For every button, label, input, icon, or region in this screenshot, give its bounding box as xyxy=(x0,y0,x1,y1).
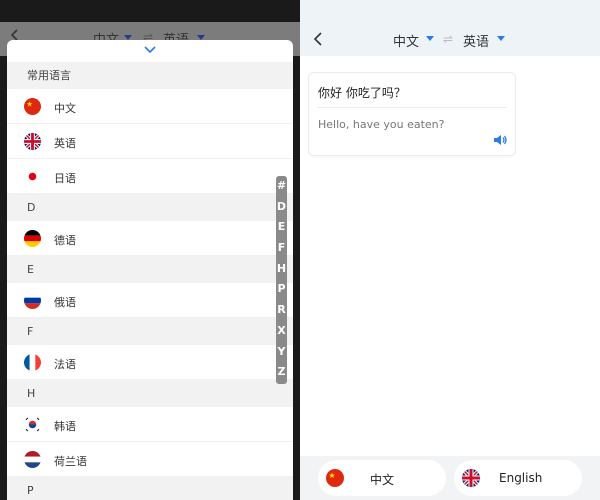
section-header: P xyxy=(7,477,293,500)
language-item[interactable]: 法语 xyxy=(7,345,293,380)
index-letter[interactable]: # xyxy=(276,176,287,197)
language-picker-screen: 中文 ⇌ 英语 常用语言中文英语日语D德语E俄语F法语H韩语荷兰语P #DEFH… xyxy=(0,0,300,500)
language-list: 常用语言中文英语日语 D 德语 E 俄语 F 法语 H 韩语荷兰语 P xyxy=(7,62,293,500)
germany-flag-icon xyxy=(24,230,41,247)
source-caret-icon xyxy=(426,36,434,41)
language-bar: 中文 English xyxy=(300,456,600,500)
index-letter[interactable]: H xyxy=(276,259,287,280)
alphabet-index-bar[interactable]: # D E F H P R X Y Z xyxy=(276,176,287,384)
chevron-down-icon[interactable] xyxy=(144,46,156,54)
section-header: 常用语言 xyxy=(7,62,293,89)
korea-flag-icon xyxy=(24,416,41,433)
language-label: 法语 xyxy=(54,358,76,371)
speaker-icon[interactable] xyxy=(493,133,507,147)
translation-card[interactable]: 你好 你吃了吗？ Hello, have you eaten? xyxy=(308,72,516,156)
translated-text: Hello, have you eaten? xyxy=(318,118,445,131)
sheet-handle[interactable] xyxy=(7,40,293,62)
section-header: E xyxy=(7,256,293,283)
language-item[interactable]: 中文 xyxy=(7,89,293,124)
source-language-button[interactable]: 中文 xyxy=(318,460,446,496)
source-language-label[interactable]: 中文 xyxy=(393,31,419,50)
source-language-label: 中文 xyxy=(370,473,395,487)
index-letter[interactable]: P xyxy=(276,279,287,300)
language-item[interactable]: 韩语 xyxy=(7,407,293,442)
translation-screen: 中文 ⇌ 英语 你好 你吃了吗？ Hello, have you eaten? … xyxy=(300,0,600,500)
language-item[interactable]: 荷兰语 xyxy=(7,442,293,477)
status-bar xyxy=(300,0,600,22)
section-header: D xyxy=(7,194,293,221)
back-arrow-icon[interactable] xyxy=(312,32,326,46)
russia-flag-icon xyxy=(24,292,41,309)
language-label: 中文 xyxy=(54,102,76,115)
status-bar xyxy=(0,0,300,22)
index-letter[interactable]: E xyxy=(276,217,287,238)
header: 中文 ⇌ 英语 xyxy=(300,22,600,56)
language-label: 日语 xyxy=(54,172,76,185)
index-letter[interactable]: D xyxy=(276,197,287,218)
target-language-label: English xyxy=(499,471,543,485)
translation-body: 你好 你吃了吗？ Hello, have you eaten? xyxy=(300,56,600,456)
netherlands-flag-icon xyxy=(24,451,41,468)
card-divider xyxy=(317,107,507,108)
language-label: 德语 xyxy=(54,234,76,247)
index-letter[interactable]: F xyxy=(276,238,287,259)
france-flag-icon xyxy=(24,354,41,371)
target-language-button[interactable]: English xyxy=(454,460,582,496)
section-header: H xyxy=(7,380,293,407)
section-header: F xyxy=(7,318,293,345)
japan-flag-icon xyxy=(24,168,41,185)
china-flag-icon xyxy=(326,469,344,487)
language-label: 俄语 xyxy=(54,296,76,309)
uk-flag-icon xyxy=(462,469,480,487)
index-letter[interactable]: Z xyxy=(276,362,287,383)
index-letter[interactable]: Y xyxy=(276,342,287,363)
target-caret-icon xyxy=(497,36,505,41)
china-flag-icon xyxy=(24,98,41,115)
language-item[interactable]: 日语 xyxy=(7,159,293,194)
language-label: 英语 xyxy=(54,137,76,150)
language-list-sheet: 常用语言中文英语日语 D 德语 E 俄语 F 法语 H 韩语荷兰语 P xyxy=(7,40,293,500)
index-letter[interactable]: R xyxy=(276,300,287,321)
target-language-label[interactable]: 英语 xyxy=(463,31,489,50)
swap-icon[interactable]: ⇌ xyxy=(443,32,453,46)
language-item[interactable]: 英语 xyxy=(7,124,293,159)
uk-flag-icon xyxy=(24,133,41,150)
language-label: 韩语 xyxy=(54,420,76,433)
index-letter[interactable]: X xyxy=(276,321,287,342)
language-item[interactable]: 德语 xyxy=(7,221,293,256)
language-label: 荷兰语 xyxy=(54,455,87,468)
language-item[interactable]: 俄语 xyxy=(7,283,293,318)
source-text: 你好 你吃了吗？ xyxy=(318,86,406,100)
